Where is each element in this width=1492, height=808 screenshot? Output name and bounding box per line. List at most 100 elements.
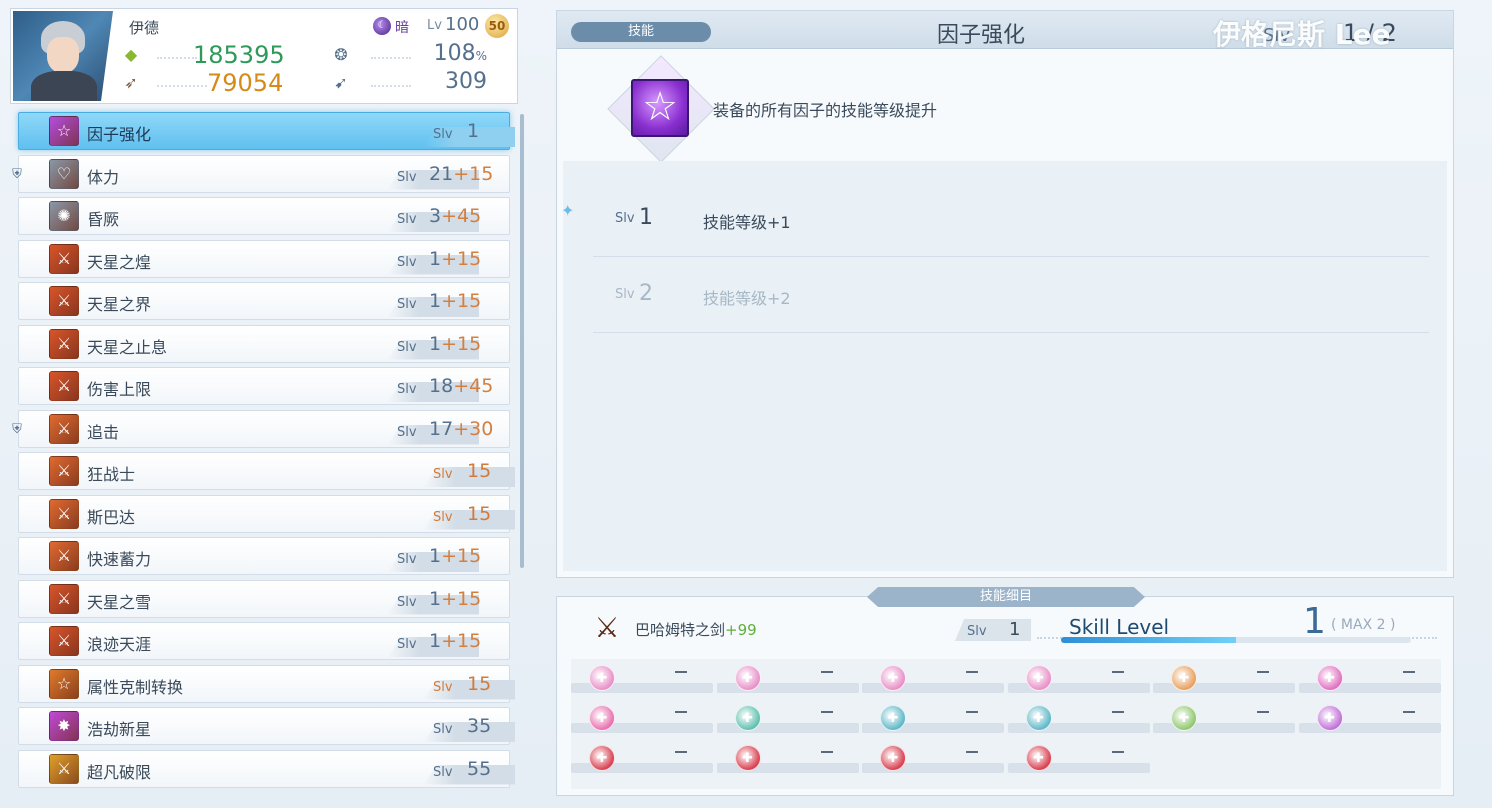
factor-slot[interactable]: ✚ [1007, 703, 1150, 733]
sword-icon: ⚔ [49, 456, 79, 486]
factor-red-icon: ✚ [734, 745, 761, 771]
slv-label: Slv [397, 637, 417, 652]
factor-pink-icon: ✚ [1316, 665, 1343, 691]
slv-value: 15 [467, 673, 491, 695]
skill-row[interactable]: ⛨ ⚔ 追击 Slv 17+30 [12, 409, 510, 448]
factor-slot[interactable]: ✚ [1007, 663, 1150, 693]
skill-name: 浪迹天涯 [87, 635, 152, 654]
lock-icon: ⛨ [12, 421, 22, 437]
skill-row[interactable]: ☆ 属性克制转换 Slv 15 [18, 664, 515, 703]
factor-slot[interactable]: ✚ [1298, 703, 1441, 733]
level-slv-label: Slv [615, 211, 635, 226]
slv-number: 1 [429, 290, 442, 312]
factor-value-empty [675, 711, 687, 713]
factor-slot[interactable]: ✚ [1298, 663, 1441, 693]
skill-row[interactable]: ⚔ 伤害上限 Slv 18+45 [18, 367, 510, 405]
factor-slot[interactable]: ✚ [716, 663, 859, 693]
detail-title: 因子强化 [937, 23, 1026, 48]
heart-icon: ♡ [49, 158, 79, 189]
skill-name: 追击 [87, 422, 120, 442]
factor-teal-icon: ✚ [1171, 705, 1197, 731]
sword-icon: ⚔ [49, 583, 79, 614]
skill-row[interactable]: ⚔ 斯巴达 Slv 15 [18, 494, 515, 533]
factor-pink-icon: ✚ [589, 705, 615, 731]
slv-number: 1 [429, 545, 442, 567]
slv-value: 1+15 [429, 248, 481, 270]
factor-slot[interactable]: ✚ [716, 703, 859, 733]
skill-breakdown-panel: 技能细目 ⚔ 巴哈姆特之剑+99 Slv 1 Skill Level 1 ( M… [556, 587, 1454, 796]
factor-slot[interactable]: ✚ [862, 703, 1004, 733]
skill-name: 天星之雪 [87, 592, 152, 612]
factor-teal-icon: ✚ [1025, 705, 1052, 731]
skill-list-scrollbar[interactable] [520, 114, 524, 568]
factor-slot[interactable]: ✚ [1153, 663, 1295, 693]
skill-row[interactable]: ⛨ ♡ 体力 Slv 21+15 [12, 154, 510, 193]
factor-grid: ✚ ✚ ✚ ✚ ✚ ✚ ✚ ✚ ✚ ✚ ✚ ✚ ✚ ✚ ✚ ✚ [571, 659, 1441, 789]
slv-number: 1 [429, 247, 442, 270]
factor-slot[interactable]: ✚ [1007, 743, 1150, 773]
sword-icon: ⚔ [49, 626, 79, 656]
factor-value-empty [966, 711, 978, 713]
slv-label: Slv [433, 679, 453, 695]
sword-icon: ⚔ [49, 243, 79, 274]
skill-row[interactable]: ⚔ 天星之煌 Slv 1+15 [18, 239, 510, 278]
factor-value-empty [1402, 671, 1415, 673]
factor-slot[interactable]: ✚ [571, 743, 713, 773]
skill-row[interactable]: ⚔ 快速蓄力 Slv 1+15 [18, 537, 510, 575]
crit-value: 108 [433, 41, 476, 66]
slv-label: Slv [433, 467, 453, 482]
slv-label: Slv [433, 127, 453, 142]
slv-value: 18+45 [429, 375, 493, 397]
slv-number: 17 [429, 417, 454, 440]
factor-slot[interactable]: ✚ [862, 663, 1004, 693]
skill-name: 快速蓄力 [87, 550, 152, 569]
skill-row[interactable]: ✸ 浩劫新星 Slv 35 [18, 707, 515, 745]
sword-weapon-icon[interactable]: ⚔ [587, 611, 627, 645]
limit-break-badge: 50 [485, 14, 509, 38]
slv-value: 1+15 [429, 630, 481, 652]
slv-bonus: +15 [441, 290, 482, 312]
skill-row[interactable]: ⚔ 超凡破限 Slv 55 [18, 749, 515, 788]
star-icon: ☆ [49, 668, 79, 699]
skill-row[interactable]: ⚔ 天星之界 Slv 1+15 [18, 282, 510, 320]
skill-row[interactable]: ⚔ 浪迹天涯 Slv 1+15 [18, 622, 510, 660]
slv-value: 21+15 [429, 163, 493, 185]
slv-bonus: +15 [441, 545, 482, 567]
skill-name: 狂战士 [87, 465, 136, 484]
slv-number: 1 [429, 630, 442, 652]
factor-value-empty [1402, 711, 1415, 713]
skill-row[interactable]: ⚔ 天星之雪 Slv 1+15 [18, 579, 510, 618]
factor-slot[interactable]: ✚ [862, 743, 1004, 773]
skill-name: 因子强化 [87, 125, 152, 144]
factor-value-empty [1111, 751, 1124, 753]
slv-label: Slv [397, 297, 417, 312]
skill-level-label: Skill Level [1069, 615, 1170, 639]
star-icon: ☆ [631, 79, 689, 137]
skill-row[interactable]: ☆ 因子强化 Slv 1 [18, 112, 515, 150]
breakdown-slv-label: Slv [967, 624, 987, 639]
star-icon: ☆ [49, 116, 79, 146]
slv-number: 55 [467, 757, 492, 780]
slv-label: Slv [397, 169, 417, 185]
factor-slot[interactable]: ✚ [716, 743, 859, 773]
level-row-1: Slv 1 技能等级+1 [593, 181, 1429, 257]
skill-row[interactable]: ⚔ 天星之止息 Slv 1+15 [18, 324, 510, 363]
factor-pink-icon: ✚ [880, 665, 906, 691]
slv-number: 18 [429, 375, 454, 397]
slv-number: 15 [467, 672, 492, 695]
skill-row[interactable]: ✺ 昏厥 Slv 3+45 [18, 197, 510, 235]
character-level: 100 [445, 14, 480, 35]
attack-icon: ➶ [124, 73, 138, 92]
factor-slot[interactable]: ✚ [571, 663, 713, 693]
factor-slot[interactable]: ✚ [1153, 703, 1295, 733]
slv-number: 15 [467, 460, 492, 482]
skill-row[interactable]: ⚔ 狂战士 Slv 15 [18, 452, 515, 490]
character-avatar[interactable] [13, 11, 113, 101]
skill-list: ☆ 因子强化 Slv 1 ⛨ ♡ 体力 Slv 21+15 ✺ 昏厥 Slv 3+45 ⚔ 天星之煌 Slv 1… [12, 110, 515, 794]
factor-slot[interactable]: ✚ [571, 703, 713, 733]
slv-label: Slv [433, 764, 453, 780]
slv-number: 3 [429, 205, 442, 227]
tab-skill[interactable]: 技能 [571, 22, 711, 42]
factor-star-icon: ✚ [1316, 705, 1343, 731]
skill-level-value: 1 [1303, 601, 1326, 642]
